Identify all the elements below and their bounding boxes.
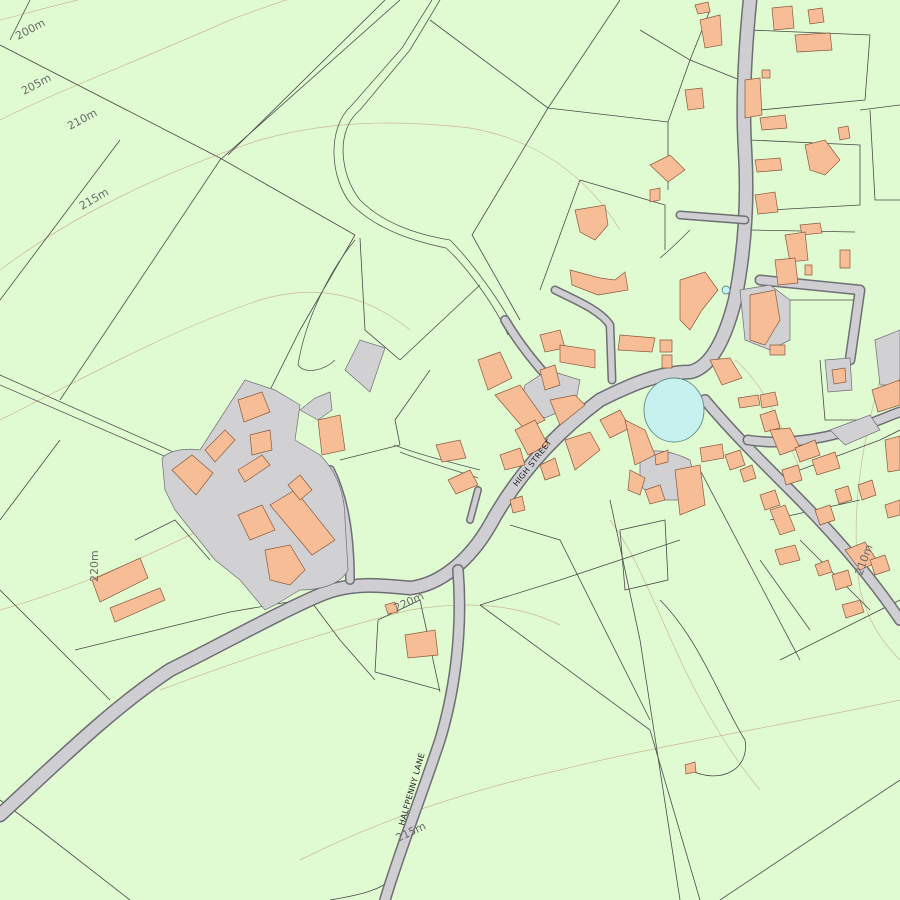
small-pond <box>721 285 731 295</box>
village-pond <box>643 377 705 443</box>
contour-label-220: 220m <box>88 550 101 582</box>
village-map[interactable]: 200m 205m 210m 215m 220m 220m 210m 215m … <box>0 0 900 900</box>
